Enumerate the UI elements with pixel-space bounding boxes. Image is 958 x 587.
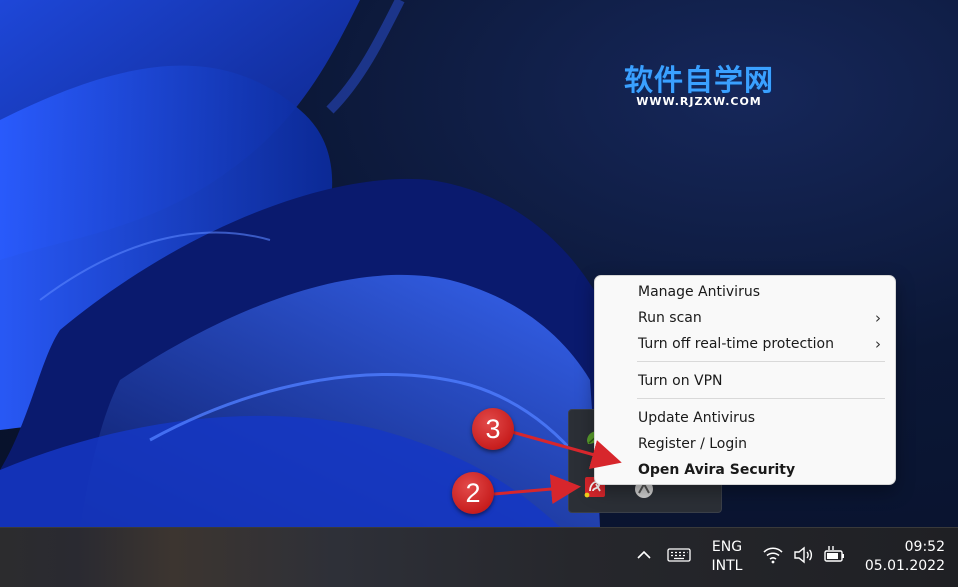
watermark: 软件自学网 WWW.RJZXW.COM [624, 64, 774, 108]
volume-icon[interactable] [792, 544, 814, 566]
menu-item-open-avira-security[interactable]: Open Avira Security [595, 457, 895, 483]
wifi-icon[interactable] [762, 544, 784, 566]
menu-item-update-antivirus[interactable]: Update Antivirus [595, 405, 895, 431]
language-code: ENG [711, 539, 743, 555]
callout-two: 2 [452, 472, 494, 514]
menu-item-label: Turn off real-time protection [638, 336, 834, 352]
menu-item-turn-on-vpn[interactable]: Turn on VPN [595, 368, 895, 394]
menu-item-manage-antivirus[interactable]: Manage Antivirus [595, 279, 895, 305]
watermark-title: 软件自学网 [624, 63, 775, 97]
language-layout: INTL [711, 558, 743, 574]
clock-time: 09:52 [904, 539, 945, 555]
menu-item-label: Run scan [638, 310, 702, 326]
clock-date: 05.01.2022 [864, 558, 945, 574]
desktop: 软件自学网 WWW.RJZXW.COM Manage Antivirus Run… [0, 0, 958, 527]
menu-item-run-scan[interactable]: Run scan › [595, 305, 895, 331]
input-language-indicator[interactable]: ENG INTL [706, 538, 748, 576]
chevron-right-icon: › [875, 309, 881, 327]
taskbar: ENG INTL 09:52 05.01.2022 [0, 527, 958, 587]
menu-item-label: Update Antivirus [638, 410, 756, 426]
menu-item-register-login[interactable]: Register / Login [595, 431, 895, 457]
menu-item-label: Manage Antivirus [638, 284, 760, 300]
avira-context-menu: Manage Antivirus Run scan › Turn off rea… [594, 275, 896, 485]
menu-divider [637, 398, 885, 399]
chevron-up-icon[interactable] [632, 543, 656, 567]
chevron-right-icon: › [875, 335, 881, 353]
menu-divider [637, 361, 885, 362]
watermark-url: WWW.RJZXW.COM [636, 95, 762, 108]
menu-item-label: Turn on VPN [638, 373, 723, 389]
menu-item-turn-off-protection[interactable]: Turn off real-time protection › [595, 331, 895, 357]
system-clock[interactable]: 09:52 05.01.2022 [855, 538, 945, 576]
callout-three: 3 [472, 408, 514, 450]
menu-item-label: Open Avira Security [638, 462, 796, 478]
battery-icon[interactable] [822, 543, 846, 567]
keyboard-icon[interactable] [666, 545, 692, 565]
menu-item-label: Register / Login [638, 436, 748, 452]
